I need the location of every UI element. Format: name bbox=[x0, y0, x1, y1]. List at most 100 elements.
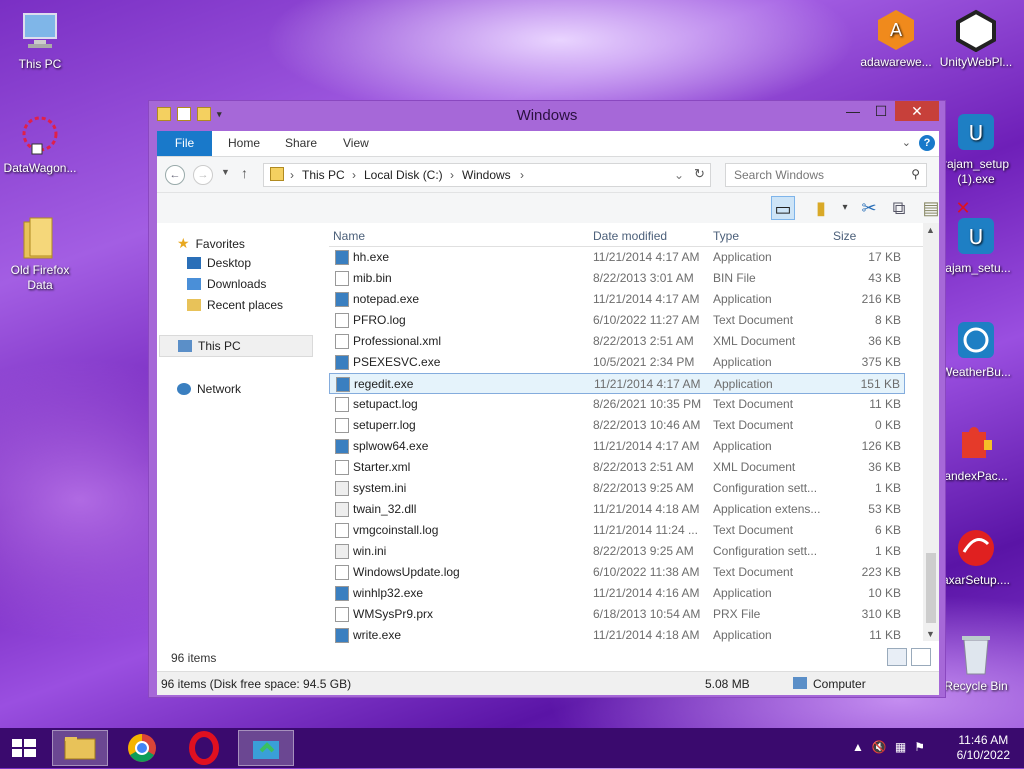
tray-expand-icon[interactable]: ▲ bbox=[852, 740, 864, 754]
scroll-up-icon[interactable]: ▲ bbox=[926, 225, 935, 235]
address-dropdown-icon[interactable]: ⌄ bbox=[674, 168, 684, 182]
maximize-button[interactable]: ☐ bbox=[867, 101, 895, 121]
file-date: 6/10/2022 11:27 AM bbox=[593, 313, 700, 327]
large-icons-view-button[interactable] bbox=[911, 648, 931, 666]
tab-share[interactable]: Share bbox=[285, 131, 317, 156]
table-row[interactable]: WindowsUpdate.log 6/10/2022 11:38 AM Text … bbox=[329, 562, 905, 583]
nav-network[interactable]: Network bbox=[177, 382, 241, 396]
desktop-icon-rajam-setup-1[interactable]: U rajam_setup (1).exe bbox=[936, 110, 1016, 187]
table-row[interactable]: system.ini 8/22/2013 9:25 AM Configuration… bbox=[329, 478, 905, 499]
tab-home[interactable]: Home bbox=[228, 131, 260, 156]
title-bar[interactable]: ▾ Windows — ☐ ✕ bbox=[149, 101, 945, 131]
up-arrow-icon[interactable]: ↑ bbox=[241, 165, 248, 181]
back-button[interactable]: ← bbox=[165, 165, 185, 185]
file-date: 8/22/2013 2:51 AM bbox=[593, 460, 694, 474]
desktop-icon-label: UnityWebPl... bbox=[939, 55, 1013, 69]
table-row[interactable]: PSEXESVC.exe 10/5/2021 2:34 PM Application… bbox=[329, 352, 905, 373]
desktop-icon-old-firefox-data[interactable]: Old Firefox Data bbox=[0, 216, 80, 293]
column-date-modified[interactable]: Date modified bbox=[593, 229, 667, 243]
details-view-button[interactable] bbox=[887, 648, 907, 666]
rename-check-icon[interactable] bbox=[947, 195, 971, 219]
desktop-icon-label: andexPac... bbox=[944, 469, 1008, 483]
clock-time: 11:46 AM bbox=[958, 733, 1009, 747]
taskbar-installer[interactable] bbox=[238, 730, 294, 766]
tab-file[interactable]: File bbox=[157, 131, 212, 156]
table-row[interactable]: twain_32.dll 11/21/2014 4:18 AM Applicatio… bbox=[329, 499, 905, 520]
volume-muted-icon[interactable]: 🔇 bbox=[872, 740, 887, 754]
table-row[interactable]: write.exe 11/21/2014 4:18 AM Application 11… bbox=[329, 625, 905, 646]
table-row[interactable]: vmgcoinstall.log 11/21/2014 11:24 ... Text… bbox=[329, 520, 905, 541]
desktop-icon-rajam-setup[interactable]: U rajam_setu... bbox=[936, 214, 1016, 276]
column-name[interactable]: Name bbox=[333, 229, 365, 243]
desktop-icon-yandexpack[interactable]: andexPac... bbox=[936, 422, 1016, 484]
taskbar-chrome[interactable] bbox=[114, 730, 170, 766]
table-row[interactable]: hh.exe 11/21/2014 4:17 AM Application 17 KB bbox=[329, 247, 905, 268]
start-button[interactable] bbox=[0, 730, 48, 766]
desktop-icon-recycle-bin[interactable]: Recycle Bin bbox=[936, 632, 1016, 694]
table-row[interactable]: setupact.log 8/26/2021 10:35 PM Text Docum… bbox=[329, 394, 905, 415]
nav-desktop[interactable]: Desktop bbox=[187, 256, 251, 270]
folder-icon bbox=[18, 216, 62, 260]
breadcrumb-sep-icon: › bbox=[450, 168, 454, 182]
desktop-icon-label: DataWagon... bbox=[3, 161, 77, 175]
breadcrumb-windows[interactable]: Windows bbox=[462, 168, 511, 182]
table-row[interactable]: splwow64.exe 11/21/2014 4:17 AM Applicatio… bbox=[329, 436, 905, 457]
desktop-icon-label: rajam_setu... bbox=[941, 261, 1011, 275]
file-date: 8/26/2021 10:35 PM bbox=[593, 397, 702, 411]
table-row[interactable]: PFRO.log 6/10/2022 11:27 AM Text Document 8… bbox=[329, 310, 905, 331]
search-input[interactable]: Search Windows ⚲ bbox=[725, 163, 927, 187]
address-bar[interactable]: › This PC › Local Disk (C:) › Windows › … bbox=[263, 163, 711, 187]
table-row[interactable]: mib.bin 8/22/2013 3:01 AM BIN File 43 KB bbox=[329, 268, 905, 289]
table-row[interactable]: winhlp32.exe 11/21/2014 4:16 AM Applicatio… bbox=[329, 583, 905, 604]
column-size[interactable]: Size bbox=[833, 229, 856, 243]
table-row[interactable]: regedit.exe 11/21/2014 4:17 AM Application… bbox=[329, 373, 905, 394]
file-size: 223 KB bbox=[861, 565, 901, 579]
network-tray-icon[interactable]: ▦ bbox=[895, 740, 906, 754]
clock[interactable]: 11:46 AM 6/10/2022 bbox=[957, 733, 1010, 763]
search-icon[interactable]: ⚲ bbox=[911, 167, 920, 181]
table-row[interactable]: Starter.xml 8/22/2013 2:51 AM XML Document… bbox=[329, 457, 905, 478]
desktop-icon-unity[interactable]: UnityWebPl... bbox=[936, 8, 1016, 70]
desktop-icon-this-pc[interactable]: This PC bbox=[0, 10, 80, 72]
table-row[interactable]: win.ini 8/22/2013 9:25 AM Configuration se… bbox=[329, 541, 905, 562]
file-date: 11/21/2014 4:17 AM bbox=[593, 250, 700, 264]
recent-locations-icon[interactable]: ▼ bbox=[221, 167, 230, 177]
scrollbar-thumb[interactable] bbox=[926, 553, 936, 623]
table-row[interactable]: Professional.xml 8/22/2013 2:51 AM XML Doc… bbox=[329, 331, 905, 352]
breadcrumb-this-pc[interactable]: This PC bbox=[302, 168, 345, 182]
desktop-icon-baxarsetup[interactable]: axarSetup.... bbox=[936, 526, 1016, 588]
column-type[interactable]: Type bbox=[713, 229, 739, 243]
help-icon[interactable]: ? bbox=[919, 135, 935, 151]
system-tray: ▲ 🔇 ▦ ⚑ bbox=[852, 740, 925, 754]
table-row[interactable]: setuperr.log 8/22/2013 10:46 AM Text Docum… bbox=[329, 415, 905, 436]
taskbar-opera[interactable] bbox=[176, 730, 232, 766]
file-date: 8/22/2013 10:46 AM bbox=[593, 418, 701, 432]
forward-button[interactable]: → bbox=[193, 165, 213, 185]
refresh-icon[interactable]: ↻ bbox=[694, 166, 705, 182]
vertical-scrollbar[interactable]: ▲ ▼ bbox=[923, 223, 939, 641]
scroll-down-icon[interactable]: ▼ bbox=[926, 629, 935, 639]
nav-downloads[interactable]: Downloads bbox=[187, 277, 266, 291]
taskbar-file-explorer[interactable] bbox=[52, 730, 108, 766]
nav-recent-places[interactable]: Recent places bbox=[187, 298, 283, 312]
tab-view[interactable]: View bbox=[343, 131, 369, 156]
nav-favorites[interactable]: ★ Favorites bbox=[177, 235, 245, 252]
breadcrumb-sep-icon: › bbox=[352, 168, 356, 182]
desktop-icon-adaware[interactable]: A adawarewe... bbox=[856, 8, 936, 70]
close-button[interactable]: ✕ bbox=[895, 101, 939, 121]
desktop-icon-weatherbug[interactable]: WeatherBu... bbox=[936, 318, 1016, 380]
nav-this-pc[interactable]: This PC bbox=[159, 335, 313, 357]
file-type: Text Document bbox=[713, 397, 794, 411]
minimize-button[interactable]: — bbox=[839, 101, 867, 121]
exe-file-icon bbox=[335, 250, 349, 265]
file-size: 1 KB bbox=[874, 481, 901, 495]
file-name: mib.bin bbox=[353, 271, 392, 285]
status-location: Computer bbox=[813, 677, 866, 691]
desktop-icon-datawagon[interactable]: DataWagon... bbox=[0, 114, 80, 176]
breadcrumb-local-disk[interactable]: Local Disk (C:) bbox=[364, 168, 443, 182]
table-row[interactable]: notepad.exe 11/21/2014 4:17 AM Application… bbox=[329, 289, 905, 310]
table-row[interactable]: WMSysPr9.prx 6/18/2013 10:54 AM PRX File 31… bbox=[329, 604, 905, 625]
file-name: WindowsUpdate.log bbox=[353, 565, 460, 579]
ribbon-expand-icon[interactable]: ⌄ bbox=[902, 136, 911, 149]
action-center-icon[interactable]: ⚑ bbox=[914, 740, 925, 754]
